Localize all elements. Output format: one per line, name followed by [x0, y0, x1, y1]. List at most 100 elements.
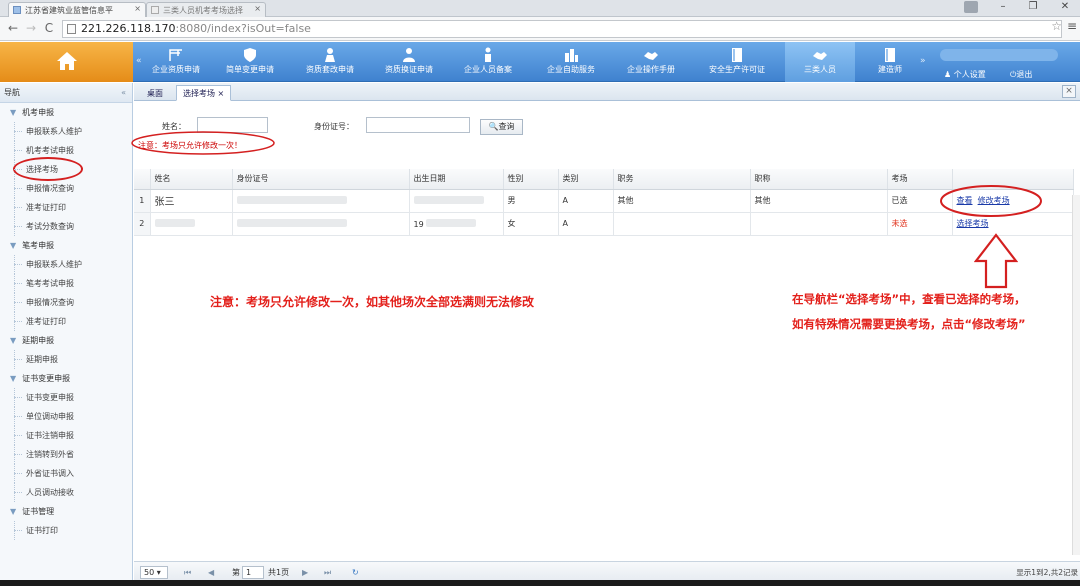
up-arrow-annotation-icon: [974, 233, 1018, 289]
nav-item-1[interactable]: 简单变更申请: [217, 42, 283, 82]
sidebar-tree: ▼ 机考申报 申报联系人维护 机考考试申报 选择考场 申报情况查询 准考证打印 考试分数查询 ▼…: [0, 103, 132, 540]
sidebar-item-label: 申报联系人维护: [26, 127, 82, 136]
table-row: 2 19 女 A 未选 选择考场: [134, 212, 1074, 236]
sidebar-item[interactable]: 准考证打印: [0, 312, 132, 331]
query-button[interactable]: 🔍查询: [480, 119, 523, 135]
nav-item-3[interactable]: 资质换证申请: [375, 42, 443, 82]
close-tab-icon[interactable]: ×: [218, 89, 225, 98]
scrollbar[interactable]: [1072, 195, 1080, 555]
sidebar-item[interactable]: 申报联系人维护: [0, 122, 132, 141]
sidebar-group[interactable]: ▼ 机考申报: [0, 103, 132, 122]
table-row: 1 张三 男 A 其他 其他 已选 查看 修改考场: [134, 189, 1074, 213]
tab-desktop[interactable]: 桌面: [140, 85, 170, 101]
col-header-duty: 职务: [613, 169, 751, 190]
id-number-input[interactable]: [366, 117, 470, 133]
app-header: « 企业资质申请 简单变更申请 资质套改申请 资质换证申请 企业人员备案 企业自助服务 企业…: [0, 42, 1080, 82]
nav-item-label: 三类人员: [804, 65, 836, 74]
sidebar: 导航 « ▼ 机考申报 申报联系人维护 机考考试申报 选择考场 申报情况查询 准考证打印 考试…: [0, 83, 133, 586]
tab-select-exam-site[interactable]: 选择考场 ×: [176, 85, 232, 101]
expand-triangle-icon[interactable]: ▼: [10, 336, 16, 345]
page-number-input[interactable]: 1: [242, 566, 264, 579]
back-arrow-icon[interactable]: ←: [6, 21, 20, 35]
expand-triangle-icon[interactable]: ▼: [10, 507, 16, 516]
nav-item-6[interactable]: 企业操作手册: [617, 42, 685, 82]
logout-link[interactable]: ⏻退出: [1010, 69, 1032, 80]
reload-icon[interactable]: C: [42, 21, 56, 35]
nav-item-9[interactable]: 建造师: [866, 42, 914, 82]
sidebar-item[interactable]: 准考证打印: [0, 198, 132, 217]
nav-item-4[interactable]: 企业人员备案: [455, 42, 521, 82]
collapse-sidebar-icon[interactable]: «: [121, 83, 126, 103]
browser-tab-label: 三类人员机考考场选择: [163, 6, 243, 15]
nav-scroll-left-icon[interactable]: «: [136, 56, 142, 66]
nav-item-0[interactable]: 企业资质申请: [146, 42, 206, 82]
row-number: 1: [134, 189, 151, 213]
restore-icon[interactable]: ❐: [1024, 1, 1042, 15]
sidebar-item[interactable]: 笔考考试申报: [0, 274, 132, 293]
profile-icon[interactable]: [964, 1, 978, 13]
sidebar-item[interactable]: 证书打印: [0, 521, 132, 540]
select-site-link[interactable]: 选择考场: [957, 219, 989, 228]
sidebar-item[interactable]: 机考考试申报: [0, 141, 132, 160]
sidebar-group-label: 延期申报: [22, 336, 55, 345]
sidebar-group[interactable]: ▼ 证书变更申报: [0, 369, 132, 388]
window-close-icon[interactable]: ✕: [1056, 1, 1074, 15]
sidebar-item[interactable]: 考试分数查询: [0, 217, 132, 236]
nav-item-label: 企业人员备案: [464, 65, 512, 74]
sidebar-item[interactable]: 申报联系人维护: [0, 255, 132, 274]
table-header-row: 姓名 身份证号 出生日期 性别 类别 职务 职称 考场: [134, 169, 1074, 190]
expand-triangle-icon[interactable]: ▼: [10, 241, 16, 250]
birth-prefix: 19: [413, 219, 424, 229]
nav-item-8[interactable]: 三类人员: [785, 42, 855, 82]
expand-triangle-icon[interactable]: ▼: [10, 374, 16, 383]
username-redacted: [940, 49, 1058, 61]
sidebar-item[interactable]: 申报情况查询: [0, 293, 132, 312]
sidebar-item[interactable]: 证书变更申报: [0, 388, 132, 407]
expand-triangle-icon[interactable]: ▼: [10, 108, 16, 117]
sidebar-group[interactable]: ▼ 笔考申报: [0, 236, 132, 255]
nav-item-2[interactable]: 资质套改申请: [295, 42, 365, 82]
home-button[interactable]: [0, 42, 133, 82]
shield-icon: [244, 48, 256, 62]
sidebar-item[interactable]: 外省证书调入: [0, 464, 132, 483]
cell-gender: 男: [503, 189, 559, 213]
sidebar-item-label: 证书打印: [26, 526, 58, 535]
nav-scroll-right-icon[interactable]: »: [920, 56, 926, 66]
page-size-select[interactable]: 50 ▾: [140, 566, 168, 579]
sidebar-group[interactable]: ▼ 延期申报: [0, 331, 132, 350]
browser-toolbar: ← → C 221.226.118.170:8080/index?isOut=f…: [0, 17, 1080, 41]
logout-label: 退出: [1016, 70, 1033, 79]
sidebar-item[interactable]: 选择考场: [0, 157, 132, 181]
address-bar[interactable]: 221.226.118.170:8080/index?isOut=false: [62, 20, 1062, 38]
nav-item-label: 安全生产许可证: [709, 65, 765, 74]
user-settings-link[interactable]: ♟ 个人设置: [944, 69, 986, 80]
sidebar-item[interactable]: 人员调动接收: [0, 483, 132, 502]
page-size-value: 50: [144, 568, 155, 577]
minimize-icon[interactable]: –: [994, 1, 1012, 15]
nav-item-label: 企业自助服务: [547, 65, 595, 74]
close-tab-icon[interactable]: ×: [254, 4, 261, 13]
close-all-tabs-icon[interactable]: ⨯: [1062, 85, 1076, 98]
sidebar-item[interactable]: 证书注销申报: [0, 426, 132, 445]
nav-item-5[interactable]: 企业自助服务: [536, 42, 606, 82]
row-number: 2: [134, 212, 151, 236]
browser-menu-icon[interactable]: ≡: [1067, 19, 1077, 33]
nav-item-7[interactable]: 安全生产许可证: [700, 42, 774, 82]
close-tab-icon[interactable]: ×: [134, 4, 141, 13]
sidebar-item[interactable]: 申报情况查询: [0, 179, 132, 198]
browser-tab-active[interactable]: 江苏省建筑业监管信息平 ×: [8, 2, 146, 17]
browser-tab-inactive[interactable]: 三类人员机考考场选择 ×: [146, 2, 266, 17]
cell-category: A: [558, 212, 614, 236]
cell-category: A: [558, 189, 614, 213]
sidebar-item[interactable]: 延期申报: [0, 350, 132, 369]
forward-arrow-icon[interactable]: →: [24, 21, 38, 35]
col-header-birth: 出生日期: [409, 169, 504, 190]
annotation-left: 注意：考场只允许修改一次，如其他场次全部选满则无法修改: [210, 295, 535, 309]
bookmark-star-icon[interactable]: ☆: [1051, 19, 1062, 33]
search-panel: 姓名： 身份证号： 🔍查询 注意：考场只允许修改一次！: [131, 102, 1080, 162]
sidebar-item[interactable]: 注销转到外省: [0, 445, 132, 464]
col-header-title: 职称: [750, 169, 888, 190]
id-number-label: 身份证号：: [314, 122, 354, 131]
sidebar-group[interactable]: ▼ 证书管理: [0, 502, 132, 521]
sidebar-item[interactable]: 单位调动申报: [0, 407, 132, 426]
